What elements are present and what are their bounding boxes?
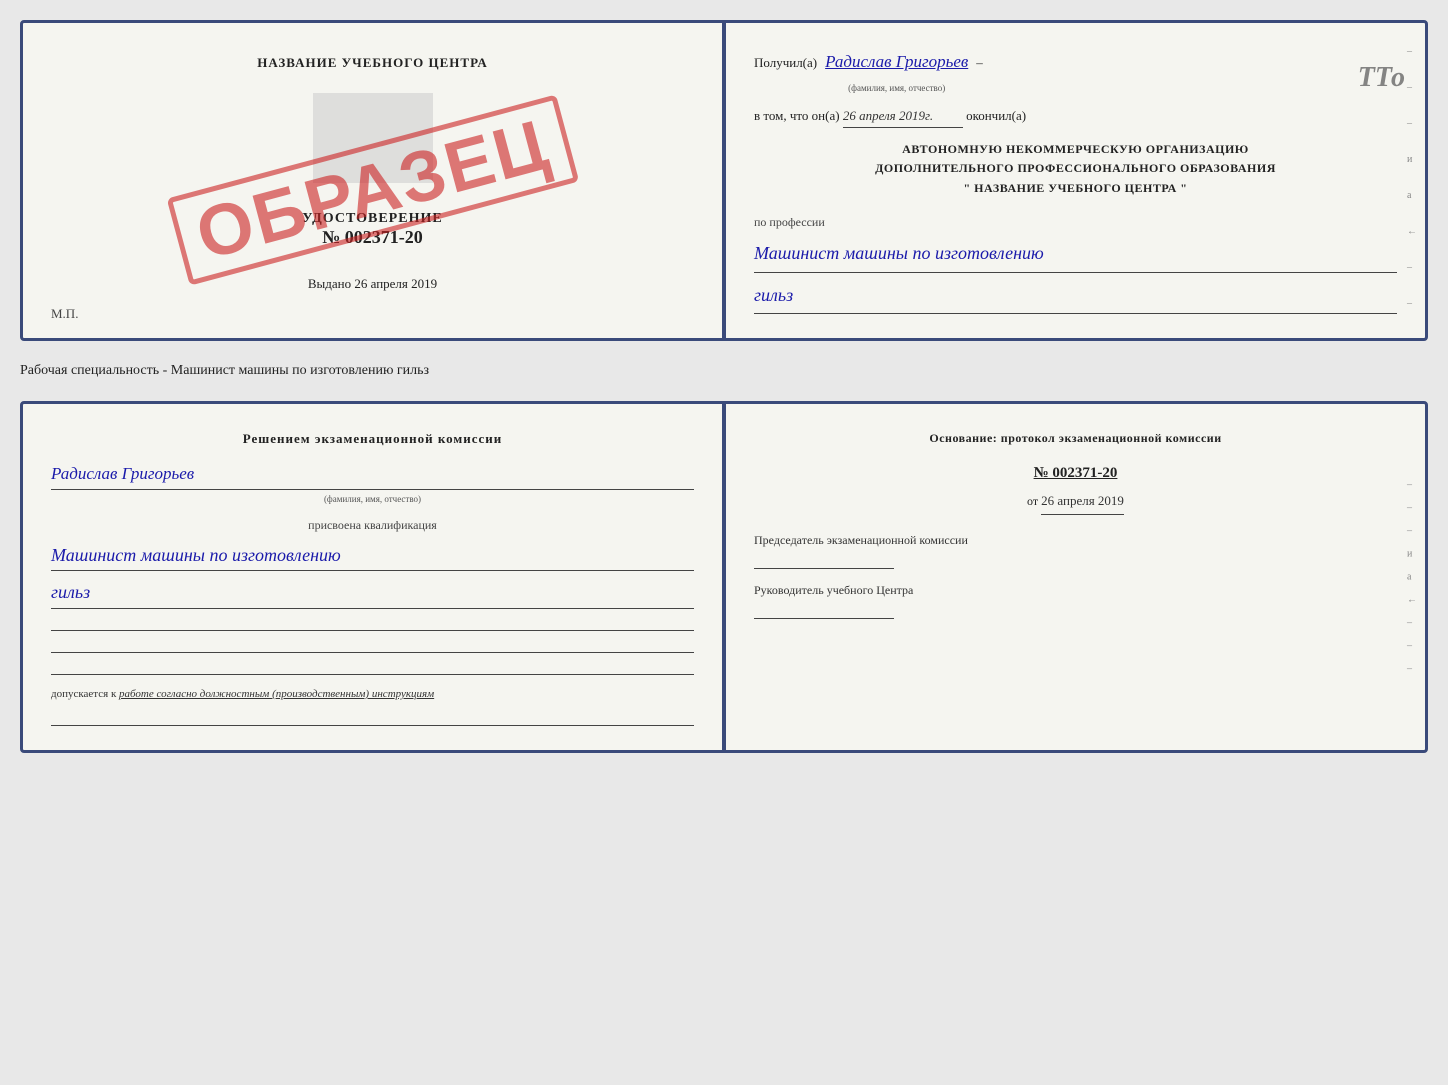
tto-stamp: ТТо xyxy=(1358,53,1405,103)
bottom-doc-right: Основание: протокол экзаменационной коми… xyxy=(726,404,1425,750)
chairman-signature-line xyxy=(754,553,894,569)
admission-block: допускается к работе согласно должностны… xyxy=(51,685,694,704)
admission-prefix: допускается к xyxy=(51,688,116,700)
completion-date: 26 апреля 2019г. xyxy=(843,104,963,128)
top-doc-left: НАЗВАНИЕ УЧЕБНОГО ЦЕНТРА УДОСТОВЕРЕНИЕ №… xyxy=(23,23,722,338)
protocol-number: № 002371-20 xyxy=(754,461,1397,487)
bottom-doc-left: Решением экзаменационной комиссии Радисл… xyxy=(23,404,722,750)
bottom-right-marks: – – – и а ← – – – xyxy=(1407,476,1417,677)
in-that-line: в том, что он(а) 26 апреля 2019г. окончи… xyxy=(754,104,1397,128)
blank-line-3 xyxy=(51,661,694,675)
qualification-line1: Машинист машины по изготовлению xyxy=(51,540,694,572)
specialty-label: Рабочая специальность - Машинист машины … xyxy=(20,359,1428,383)
blank-line-1 xyxy=(51,617,694,631)
date-prefix: от xyxy=(1027,494,1038,508)
top-doc-right: ТТо Получил(а) Радислав Григорьев (фамил… xyxy=(726,23,1425,338)
fio-hint-top: (фамилия, имя, отчество) xyxy=(825,80,968,96)
dash: – xyxy=(976,51,983,74)
blank-line-2 xyxy=(51,639,694,653)
profession-label: по профессии xyxy=(754,215,825,229)
org-name: " НАЗВАНИЕ УЧЕБНОГО ЦЕНТРА " xyxy=(754,179,1397,198)
director-signature-line xyxy=(754,603,894,619)
admission-underline: работе согласно должностным (производств… xyxy=(119,688,434,700)
org-block: АВТОНОМНУЮ НЕКОММЕРЧЕСКУЮ ОРГАНИЗАЦИЮ ДО… xyxy=(754,140,1397,198)
cert-photo-placeholder xyxy=(313,93,433,183)
qualification-line2: гильз xyxy=(51,577,694,609)
director-label: Руководитель учебного Центра xyxy=(754,581,1397,599)
commission-title: Решением экзаменационной комиссии xyxy=(51,428,694,450)
basis-title: Основание: протокол экзаменационной коми… xyxy=(754,428,1397,448)
issued-date: Выдано 26 апреля 2019 xyxy=(308,276,437,292)
recipient-line: Получил(а) Радислав Григорьев (фамилия, … xyxy=(754,47,1397,96)
profession-line2: гильз xyxy=(754,279,1397,314)
top-document: НАЗВАНИЕ УЧЕБНОГО ЦЕНТРА УДОСТОВЕРЕНИЕ №… xyxy=(20,20,1428,341)
top-right-marks: – – – и а ← – – – xyxy=(1407,43,1417,341)
org-line1: АВТОНОМНУЮ НЕКОММЕРЧЕСКУЮ ОРГАНИЗАЦИЮ xyxy=(754,140,1397,159)
bottom-person-name: Радислав Григорьев xyxy=(51,460,694,490)
finished-suffix: окончил(а) xyxy=(966,108,1026,123)
recipient-name-top: Радислав Григорьев xyxy=(825,52,968,71)
mp-label: М.П. xyxy=(51,306,78,322)
org-line2: ДОПОЛНИТЕЛЬНОГО ПРОФЕССИОНАЛЬНОГО ОБРАЗО… xyxy=(754,159,1397,178)
cert-block: УДОСТОВЕРЕНИЕ № 002371-20 xyxy=(302,211,442,248)
bottom-document: Решением экзаменационной комиссии Радисл… xyxy=(20,401,1428,753)
blank-lines xyxy=(51,617,694,675)
admission-blank-line xyxy=(51,712,694,726)
protocol-date-block: от 26 апреля 2019 xyxy=(754,490,1397,515)
profession-line1: Машинист машины по изготовлению xyxy=(754,237,1397,272)
in-that-prefix: в том, что он(а) xyxy=(754,108,840,123)
bottom-person-block: Радислав Григорьев (фамилия, имя, отчест… xyxy=(51,460,694,507)
issue-date-value: 26 апреля 2019 xyxy=(354,276,437,291)
received-prefix: Получил(а) xyxy=(754,51,817,74)
assigned-label: присвоена квалификация xyxy=(51,515,694,535)
cert-title: УДОСТОВЕРЕНИЕ xyxy=(302,211,442,227)
training-center-title-left: НАЗВАНИЕ УЧЕБНОГО ЦЕНТРА xyxy=(257,55,488,71)
cert-number: № 002371-20 xyxy=(302,227,442,248)
chairman-label: Председатель экзаменационной комиссии xyxy=(754,531,1397,549)
protocol-date: 26 апреля 2019 xyxy=(1041,490,1124,515)
profession-block: по профессии Машинист машины по изготовл… xyxy=(754,210,1397,314)
page-wrapper: НАЗВАНИЕ УЧЕБНОГО ЦЕНТРА УДОСТОВЕРЕНИЕ №… xyxy=(20,20,1428,753)
bottom-fio-hint: (фамилия, имя, отчество) xyxy=(51,492,694,507)
